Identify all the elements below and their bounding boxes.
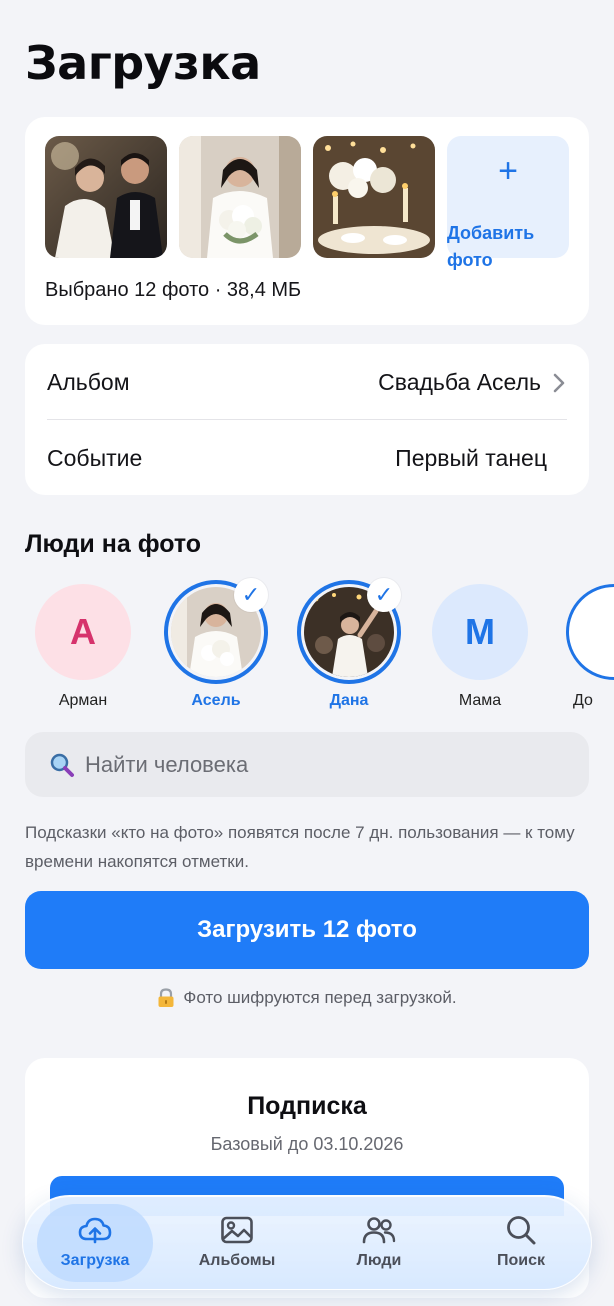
person-name: До [573, 692, 593, 709]
event-label: Событие [47, 444, 143, 471]
people-icon [362, 1217, 396, 1244]
tab-label: Загрузка [60, 1252, 130, 1269]
event-value: Первый танец [395, 444, 547, 471]
subscription-description: Базовый до 03.10.2026 [210, 1134, 404, 1154]
person-chip-partial[interactable]: До [554, 584, 614, 710]
subscription-title: Подписка [247, 1092, 367, 1120]
person-search-input[interactable]: Найти человека [25, 732, 589, 797]
album-row[interactable]: Альбом Свадьба Асель [47, 346, 567, 420]
upload-details-card: Альбом Свадьба Асель Событие Первый тане… [25, 344, 589, 495]
avatar-initial: М [465, 611, 495, 652]
person-name: Асель [191, 692, 241, 709]
cloud-upload-icon [78, 1217, 112, 1244]
event-row[interactable]: Событие Первый танец [47, 421, 567, 495]
chevron-right-icon [553, 373, 565, 392]
search-icon [50, 753, 74, 777]
selected-check-icon: ✓ [367, 578, 401, 612]
album-value: Свадьба Асель [378, 369, 541, 395]
selected-check-icon: ✓ [234, 578, 268, 612]
person-chip-asel[interactable]: ✓ Асель [156, 578, 276, 710]
selected-photos-card: + Добавить фото Выбрано 12 фото · 38,4 М… [25, 117, 589, 325]
plus-icon: + [498, 152, 518, 190]
hint-text: Подсказки «кто на фото» появятся после 7… [25, 823, 575, 871]
tab-people[interactable]: Люди [321, 1204, 437, 1282]
person-chip-dana[interactable]: ✓ Дана [289, 578, 409, 710]
tab-upload[interactable]: Загрузка [37, 1204, 153, 1282]
add-photo-label: Добавить фото [447, 223, 535, 270]
photo-thumbnail[interactable] [179, 136, 301, 258]
encryption-note: Фото шифруются перед загрузкой. [0, 988, 614, 1008]
tab-albums[interactable]: Альбомы [179, 1204, 295, 1282]
tab-search[interactable]: Поиск [463, 1204, 579, 1282]
lock-icon [158, 988, 174, 1007]
person-chip-mama[interactable]: М Мама [420, 584, 540, 710]
search-placeholder: Найти человека [85, 751, 249, 777]
person-chip-arman[interactable]: А Арман [23, 584, 143, 710]
tab-label: Люди [356, 1252, 402, 1269]
album-label: Альбом [47, 369, 130, 395]
encryption-note-text: Фото шифруются перед загрузкой. [183, 988, 457, 1007]
tab-label: Поиск [496, 1252, 545, 1269]
tab-label: Альбомы [198, 1252, 276, 1269]
photo-thumbnail[interactable] [45, 136, 167, 258]
upload-button[interactable]: Загрузить 12 фото [25, 891, 589, 969]
people-section-title: Люди на фото [25, 530, 202, 558]
avatar-initial: А [70, 611, 96, 652]
avatar: ✓ [297, 578, 401, 684]
person-name: Арман [58, 692, 108, 709]
page-title: Загрузка [25, 36, 261, 90]
avatar: ✓ [164, 578, 268, 684]
bottom-tab-bar: Загрузка Альбомы Люди Поиск [22, 1195, 592, 1290]
selected-photos-info: Выбрано 12 фото · 38,4 МБ [45, 279, 302, 301]
photo-thumbnail[interactable] [313, 136, 435, 258]
avatar: А [35, 584, 131, 680]
image-icon [221, 1216, 253, 1244]
avatar: М [432, 584, 528, 680]
search-icon [507, 1216, 536, 1245]
add-photo-button[interactable]: + Добавить фото [447, 136, 569, 270]
person-name: Дана [329, 692, 369, 709]
person-name: Мама [458, 692, 502, 709]
avatar [566, 584, 614, 680]
